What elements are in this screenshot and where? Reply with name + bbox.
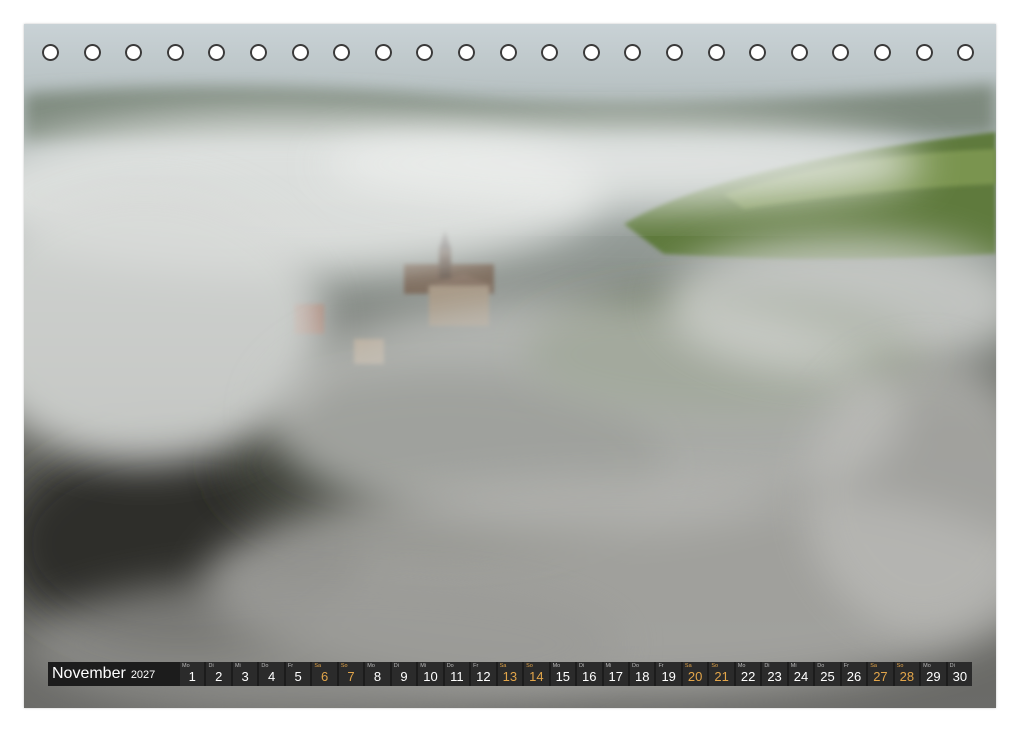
day-number: 25 [820, 669, 835, 684]
binding-hole [582, 44, 600, 61]
day-number: 13 [502, 669, 518, 684]
day-cell: Fr 19 [656, 662, 681, 686]
day-number: 15 [555, 669, 571, 684]
day-cell: Do 4 [259, 662, 284, 686]
binding-hole [499, 44, 517, 61]
day-cell: Do 18 [629, 662, 655, 686]
day-number: 6 [320, 669, 329, 684]
day-cell: Sa 27 [868, 662, 893, 686]
calendar-strip: November 2027 Mo 1 Di 2 Mi 3 Do 4 Fr 5 Sa 6 So 7 Mo 8 Di… [48, 662, 973, 686]
day-cell: Mo 8 [365, 662, 390, 686]
day-cell: So 28 [894, 662, 920, 686]
day-number: 29 [926, 669, 941, 684]
day-number: 1 [188, 669, 196, 684]
day-cell: Fr 26 [841, 662, 867, 686]
day-cell: Di 16 [577, 662, 602, 686]
foggy-castle-photo [24, 24, 996, 708]
day-number: 8 [373, 669, 382, 684]
day-number: 2 [215, 669, 223, 684]
day-cell: Mo 15 [550, 662, 576, 686]
day-number: 4 [268, 669, 276, 684]
day-number: 14 [529, 669, 544, 684]
day-number: 22 [740, 669, 756, 684]
day-number: 18 [634, 669, 650, 684]
day-cell: Di 30 [947, 662, 973, 686]
day-number: 16 [582, 669, 597, 684]
binding-hole [208, 44, 226, 61]
binding-hole [832, 44, 850, 61]
binding-hole [541, 44, 559, 61]
day-cell: Fr 5 [285, 662, 311, 686]
month-name: November [52, 665, 126, 682]
calendar-page: November 2027 Mo 1 Di 2 Mi 3 Do 4 Fr 5 Sa 6 So 7 Mo 8 Di… [24, 24, 996, 708]
binding-hole [707, 44, 725, 61]
day-cell: Do 11 [444, 662, 470, 686]
day-cell: Mo 22 [735, 662, 761, 686]
binding-hole [125, 44, 143, 61]
binding-hole [666, 44, 683, 61]
binding-hole [83, 44, 101, 61]
day-cell: Mi 3 [232, 662, 258, 686]
day-cells: Mo 1 Di 2 Mi 3 Do 4 Fr 5 Sa 6 So 7 Mo 8 Di 9 Mi 10 Do 11 Fr 12 S… [178, 662, 973, 686]
day-cell: Mi 10 [418, 662, 443, 686]
binding-hole [416, 44, 434, 61]
day-number: 24 [793, 669, 809, 684]
day-cell: Mo 29 [921, 662, 946, 686]
binding-hole [874, 44, 891, 61]
day-number: 30 [952, 669, 968, 684]
day-number: 20 [687, 669, 703, 684]
binding-hole [458, 44, 475, 61]
day-number: 21 [714, 669, 729, 684]
day-number: 19 [661, 669, 676, 684]
binding-hole [166, 44, 184, 61]
month-label: November 2027 [48, 662, 178, 686]
binding-holes [24, 24, 996, 74]
day-number: 7 [347, 669, 355, 684]
day-number: 9 [400, 669, 408, 684]
day-cell: Di 2 [206, 662, 231, 686]
day-cell: So 14 [524, 662, 549, 686]
day-cell: Fr 12 [471, 662, 496, 686]
day-number: 26 [846, 669, 862, 684]
day-cell: Mi 17 [603, 662, 628, 686]
day-number: 28 [899, 669, 915, 684]
day-cell: Do 25 [815, 662, 840, 686]
day-cell: Mi 24 [788, 662, 814, 686]
day-cell: Di 9 [391, 662, 417, 686]
binding-hole [374, 44, 392, 61]
year: 2027 [130, 669, 156, 681]
binding-hole [291, 44, 309, 61]
binding-hole [915, 44, 933, 61]
binding-hole [42, 44, 59, 61]
day-cell: So 7 [338, 662, 364, 686]
binding-hole [250, 44, 267, 61]
day-number: 11 [450, 669, 464, 684]
day-number: 23 [767, 669, 782, 684]
binding-hole [790, 44, 808, 61]
day-cell: So 21 [709, 662, 734, 686]
day-cell: Di 23 [762, 662, 787, 686]
day-number: 10 [423, 669, 438, 684]
binding-hole [624, 44, 642, 61]
day-number: 27 [873, 669, 888, 684]
day-cell: Sa 20 [682, 662, 708, 686]
day-number: 17 [608, 669, 623, 684]
binding-hole [957, 44, 975, 61]
day-cell: Mo 1 [180, 662, 205, 686]
binding-hole [333, 44, 351, 61]
day-cell: Sa 6 [312, 662, 337, 686]
day-cell: Sa 13 [497, 662, 523, 686]
binding-hole [749, 44, 767, 61]
day-number: 5 [294, 669, 302, 684]
day-number: 3 [241, 669, 249, 684]
day-number: 12 [476, 669, 491, 684]
